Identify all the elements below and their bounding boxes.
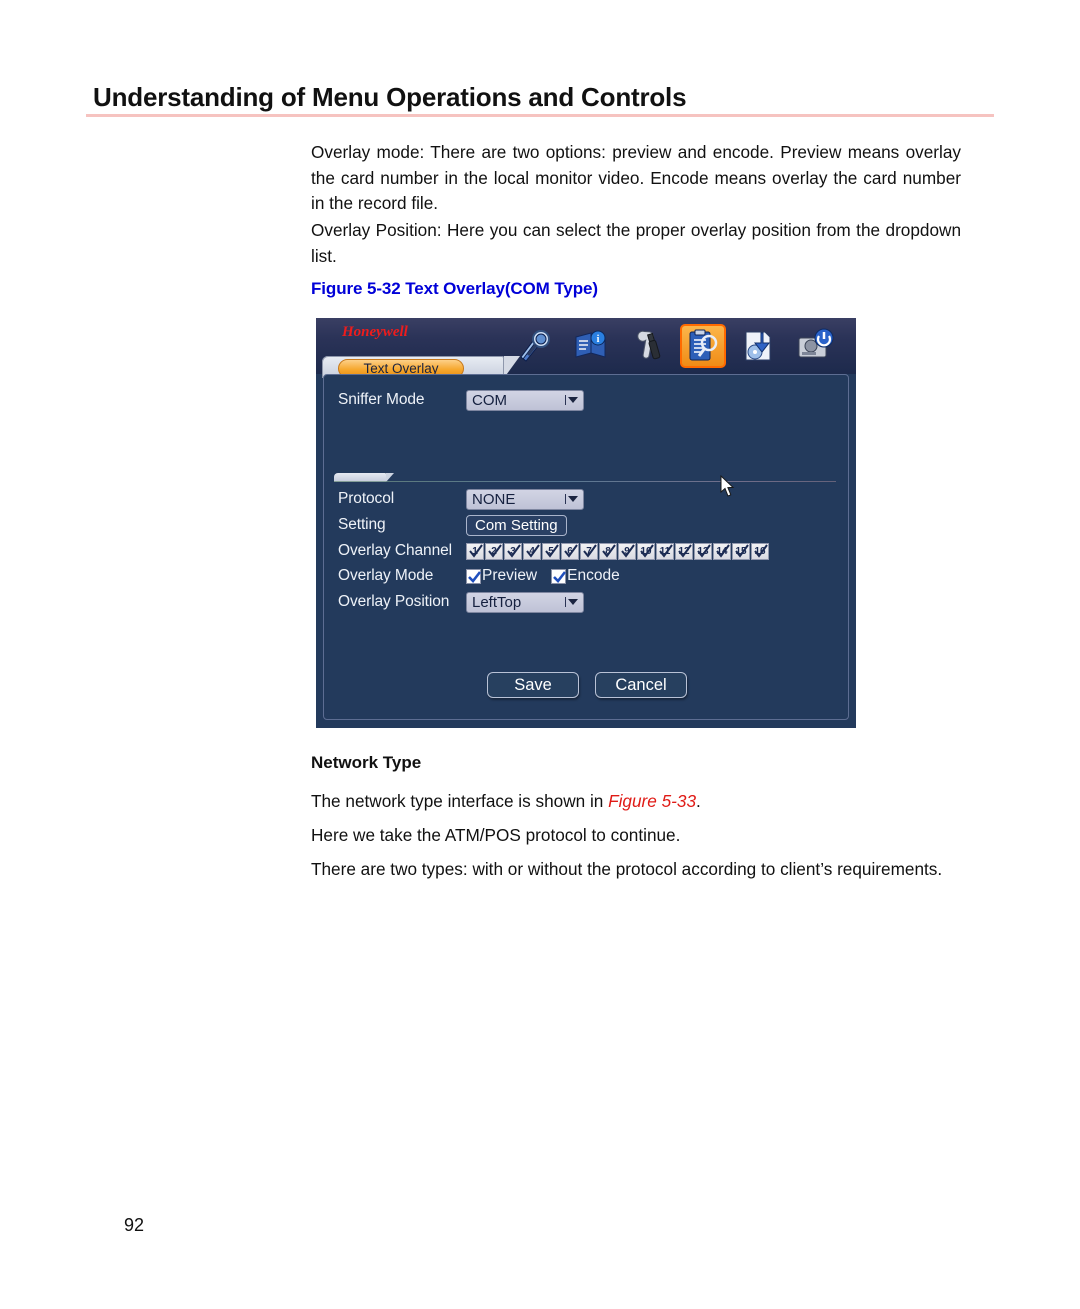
check-icon	[583, 543, 597, 558]
label-overlay-channel: Overlay Channel	[338, 542, 452, 559]
overlay-channel-checkbox-12[interactable]: 12	[675, 542, 693, 560]
overlay-channel-checkbox-group: 1 2 3 4 5 6 7 8 9 10 11 12 13 14 15 16	[466, 542, 769, 560]
dvr-footer-buttons: Save Cancel	[324, 672, 850, 698]
check-icon	[678, 543, 692, 558]
overlay-channel-checkbox-16[interactable]: 16	[751, 542, 769, 560]
paragraph-atm-pos: Here we take the ATM/POS protocol to con…	[311, 825, 681, 845]
checkbox-preview-label: Preview	[482, 567, 538, 584]
overlay-channel-checkbox-11[interactable]: 11	[656, 542, 674, 560]
select-protocol[interactable]: NONE	[466, 488, 584, 510]
row-overlay-mode: Overlay Mode Preview Encode	[338, 565, 634, 587]
dvr-menu-screenshot: Honeywell i Text Overlay Sniffer Mode CO…	[316, 318, 856, 728]
svg-text:i: i	[597, 334, 600, 345]
check-icon	[697, 543, 711, 558]
paragraph-two-types: There are two types: with or without the…	[311, 859, 943, 879]
check-icon	[507, 543, 521, 558]
row-protocol: Protocol NONE	[338, 488, 584, 510]
check-icon	[545, 543, 559, 558]
row-overlay-position: Overlay Position LeftTop	[338, 591, 584, 613]
overlay-channel-checkbox-4[interactable]: 4	[523, 542, 541, 560]
mouse-cursor-icon	[720, 475, 735, 497]
check-icon	[526, 543, 540, 558]
select-overlay-position[interactable]: LeftTop	[466, 591, 584, 613]
check-icon	[488, 543, 502, 558]
check-icon	[621, 543, 635, 558]
figure-reference-link: Figure 5-33	[608, 791, 697, 811]
figure-caption: Figure 5-32 Text Overlay(COM Type)	[311, 279, 598, 298]
label-protocol: Protocol	[338, 490, 395, 507]
check-icon	[659, 543, 673, 558]
checkbox-preview[interactable]: Preview	[466, 567, 537, 585]
label-overlay-position: Overlay Position	[338, 593, 450, 610]
check-icon	[754, 543, 768, 558]
page-number: 92	[124, 1215, 145, 1235]
panel-separator-line	[334, 481, 836, 482]
check-icon	[716, 543, 730, 558]
check-icon	[735, 543, 749, 558]
check-icon	[640, 543, 654, 558]
row-sniffer-mode: Sniffer Mode COM	[338, 389, 584, 411]
overlay-channel-checkbox-2[interactable]: 2	[485, 542, 503, 560]
overlay-channel-checkbox-15[interactable]: 15	[732, 542, 750, 560]
paragraph-prefix: The network type interface is shown in	[311, 791, 609, 811]
overlay-channel-checkbox-5[interactable]: 5	[542, 542, 560, 560]
select-sniffer-mode-value: COM	[472, 391, 507, 409]
paragraph-network-type-ref: The network type interface is shown in F…	[311, 789, 961, 815]
check-icon	[564, 543, 578, 558]
overlay-channel-checkbox-9[interactable]: 9	[618, 542, 636, 560]
select-sniffer-mode[interactable]: COM	[466, 389, 584, 411]
header-rule	[86, 114, 994, 117]
checkbox-encode-label: Encode	[567, 567, 620, 584]
save-button[interactable]: Save	[487, 672, 579, 698]
checkbox-encode-box[interactable]	[551, 568, 567, 584]
overlay-channel-checkbox-13[interactable]: 13	[694, 542, 712, 560]
select-overlay-position-value: LeftTop	[472, 593, 522, 611]
label-sniffer-mode: Sniffer Mode	[338, 391, 425, 408]
checkbox-encode[interactable]: Encode	[551, 567, 620, 585]
label-overlay-mode: Overlay Mode	[338, 567, 434, 584]
check-icon	[469, 543, 483, 558]
overlay-channel-checkbox-1[interactable]: 1	[466, 542, 484, 560]
overlay-channel-checkbox-8[interactable]: 8	[599, 542, 617, 560]
dvr-settings-panel: Sniffer Mode COM Protocol NONE Setting C…	[323, 374, 849, 720]
checkbox-preview-box[interactable]	[466, 568, 482, 584]
subheading-network-type: Network Type	[311, 753, 422, 772]
paragraph-suffix: .	[696, 791, 701, 811]
chevron-down-icon	[565, 597, 578, 607]
overlay-channel-checkbox-10[interactable]: 10	[637, 542, 655, 560]
overlay-channel-checkbox-6[interactable]: 6	[561, 542, 579, 560]
label-setting: Setting	[338, 516, 386, 533]
page-title: Understanding of Menu Operations and Con…	[93, 82, 687, 112]
paragraph-overlay-position: Overlay Position: Here you can select th…	[311, 220, 961, 266]
honeywell-logo: Honeywell	[342, 324, 408, 340]
check-icon	[602, 543, 616, 558]
chevron-down-icon	[565, 395, 578, 405]
row-overlay-channel: Overlay Channel 1 2 3 4 5 6 7 8 9 10 11 12 13 14 15 16	[338, 540, 769, 562]
paragraph-overlay-mode: Overlay mode: There are two options: pre…	[311, 142, 961, 213]
chevron-down-icon	[565, 494, 578, 504]
cancel-button[interactable]: Cancel	[595, 672, 687, 698]
overlay-channel-checkbox-3[interactable]: 3	[504, 542, 522, 560]
select-protocol-value: NONE	[472, 490, 516, 508]
com-setting-button[interactable]: Com Setting	[466, 514, 567, 536]
overlay-channel-checkbox-14[interactable]: 14	[713, 542, 731, 560]
row-setting: Setting Com Setting	[338, 514, 567, 536]
overlay-channel-checkbox-7[interactable]: 7	[580, 542, 598, 560]
